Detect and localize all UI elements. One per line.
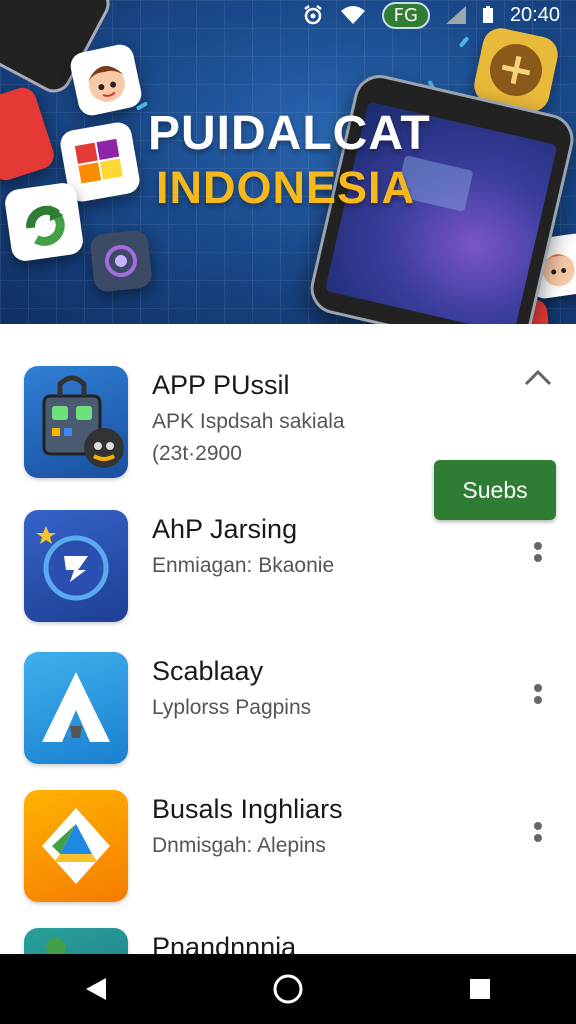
- notification-badge: FG: [381, 1, 430, 29]
- app-developer: Dnmisgah: Alepins: [152, 834, 326, 857]
- back-icon[interactable]: [66, 959, 126, 1019]
- recents-icon[interactable]: [450, 959, 510, 1019]
- list-item[interactable]: Scablaay Lyplorss Pagpins: [0, 652, 576, 792]
- app-name: Busals Inghliars: [152, 794, 343, 824]
- status-bar: FG 20:40: [0, 0, 576, 30]
- app-name: APP PUssil: [152, 370, 290, 400]
- teal-app-icon: [24, 928, 128, 954]
- banner-title: PUIDALCAT: [148, 107, 431, 160]
- app-list: APP PUssil APK Ispdsah sakiala (23t·2900…: [0, 324, 576, 954]
- wifi-icon: [340, 5, 366, 25]
- hero-banner: PUIDALCAT INDONESIA: [0, 0, 576, 324]
- clock: 20:40: [509, 3, 560, 26]
- drive-app-icon: [24, 790, 128, 902]
- banner-subtitle: INDONESIA: [156, 162, 416, 213]
- app-name: Pnandnnnia: [152, 932, 297, 954]
- app-developer: APK Ispdsah sakiala: [152, 410, 345, 433]
- home-icon[interactable]: [258, 959, 318, 1019]
- settings-app-icon: [89, 229, 153, 293]
- cartoon-face-icon: [68, 42, 144, 118]
- app-developer: Enmiagan: Bkaonie: [152, 554, 335, 577]
- lock-robot-app-icon: [24, 366, 128, 478]
- battery-icon: [482, 6, 494, 24]
- list-item[interactable]: Busals Inghliars Dnmisgah: Alepins: [0, 790, 576, 930]
- recycle-app-icon: [3, 181, 85, 263]
- list-item[interactable]: AhP Jarsing Enmiagan: Bkaonie: [0, 510, 576, 650]
- app-name: Scablaay: [152, 656, 264, 686]
- app-name: AhP Jarsing: [152, 514, 298, 544]
- list-item[interactable]: Pnandnnnia: [0, 928, 576, 954]
- signal-icon: [445, 6, 466, 24]
- app-developer: Lyplorss Pagpins: [152, 696, 312, 719]
- more-options-icon[interactable]: [528, 680, 548, 708]
- navigation-bar: [0, 954, 576, 1024]
- shield-app-icon: [24, 510, 128, 622]
- more-options-icon[interactable]: [528, 538, 548, 566]
- more-options-icon[interactable]: [528, 818, 548, 846]
- triangle-app-icon: [24, 652, 128, 764]
- chevron-up-icon[interactable]: [522, 366, 554, 390]
- alarm-icon: [302, 4, 324, 26]
- app-meta: (23t·2900: [152, 442, 242, 465]
